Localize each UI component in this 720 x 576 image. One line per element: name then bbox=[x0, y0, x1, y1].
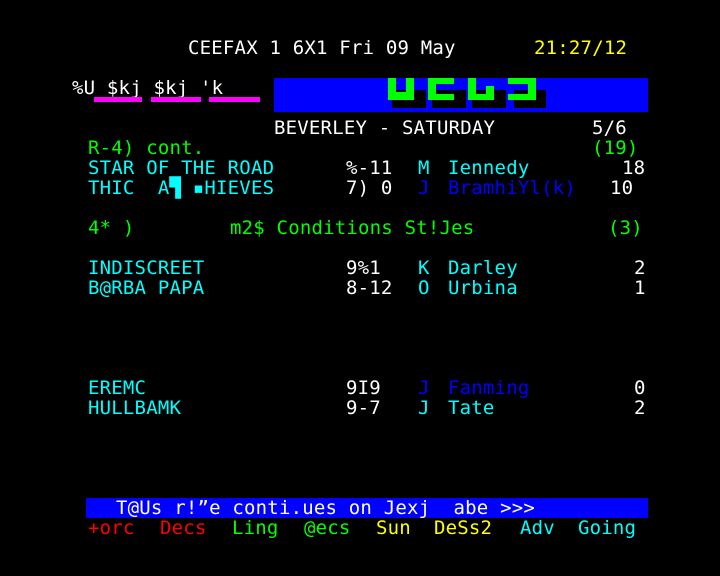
runners-count: (19) bbox=[592, 137, 639, 159]
horse-name: INDISCREET bbox=[88, 257, 205, 279]
position: 10 bbox=[610, 177, 634, 199]
horse-name: EREMC bbox=[88, 377, 147, 399]
position: 18 bbox=[622, 157, 646, 179]
position: 2 bbox=[634, 397, 646, 419]
jockey-code: J bbox=[418, 377, 430, 399]
runners-count: (3) bbox=[608, 217, 643, 239]
odds: %-11 bbox=[346, 157, 393, 179]
horse-name: B@RBA PAPA bbox=[88, 277, 205, 299]
odds: 7) 0 bbox=[346, 177, 393, 199]
clock: 21:27/12 bbox=[534, 37, 628, 59]
odds: 9-7 bbox=[346, 397, 381, 419]
jockey-name: Urbina bbox=[448, 277, 518, 299]
position: 0 bbox=[634, 377, 646, 399]
position: 1 bbox=[634, 277, 646, 299]
jockey-code: J bbox=[418, 397, 430, 419]
odds: 9%1 bbox=[346, 257, 381, 279]
masthead-banner bbox=[274, 78, 648, 112]
fastext-link-green[interactable]: Ling bbox=[232, 518, 279, 538]
magenta-underline-1 bbox=[94, 97, 142, 102]
odds: 8-12 bbox=[346, 277, 393, 299]
jockey-name: Iennedy bbox=[448, 157, 530, 179]
race-heading: R-4) cont. bbox=[88, 137, 205, 159]
magenta-underline-3 bbox=[209, 97, 260, 102]
fastext-link-yellow[interactable]: Sun bbox=[376, 518, 411, 538]
fastext-link-cyan-2[interactable]: Going bbox=[578, 518, 636, 538]
jockey-name: Darley bbox=[448, 257, 518, 279]
jockey-code: O bbox=[418, 277, 430, 299]
horse-name: STAR OF THE ROAD bbox=[88, 157, 275, 179]
race-heading: m2$ Conditions St!Jes bbox=[230, 217, 475, 239]
jockey-name: Fanming bbox=[448, 377, 530, 399]
jockey-code: K bbox=[418, 257, 430, 279]
odds: 9I9 bbox=[346, 377, 381, 399]
fastext-link-green-2[interactable]: @ecs bbox=[304, 518, 351, 538]
continue-banner[interactable]: T@Us r!”e conti.ues on Jexj abe >>> bbox=[86, 498, 648, 518]
service-header: CEEFAX 1 6X1 Fri 09 May bbox=[188, 37, 456, 59]
jockey-name: BramhiYl(k) bbox=[448, 177, 577, 199]
fastext-link-red[interactable]: +orc bbox=[88, 518, 135, 538]
horse-name: THIC A▜ ▪HIEVES bbox=[88, 177, 275, 199]
fastext-link-cyan[interactable]: Adv bbox=[520, 518, 555, 538]
page-title: BEVERLEY - SATURDAY bbox=[274, 117, 496, 139]
jockey-code: J bbox=[418, 177, 430, 199]
jockey-code: M bbox=[418, 157, 430, 179]
position: 2 bbox=[634, 257, 646, 279]
fastext-link-yellow-2[interactable]: DeSs2 bbox=[434, 518, 492, 538]
fastext-link-red-2[interactable]: Decs bbox=[160, 518, 207, 538]
horse-name: HULLBAMK bbox=[88, 397, 182, 419]
racing-logo-graphic bbox=[388, 78, 546, 108]
race-number: 4* ) bbox=[88, 217, 135, 239]
continue-text: T@Us r!”e conti.ues on Jexj abe >>> bbox=[116, 497, 536, 519]
masthead-left-text: %U $kj $kj 'k bbox=[72, 77, 224, 99]
magenta-underline-2 bbox=[151, 97, 201, 102]
jockey-name: Tate bbox=[448, 397, 495, 419]
page-number: 5/6 bbox=[592, 117, 627, 139]
